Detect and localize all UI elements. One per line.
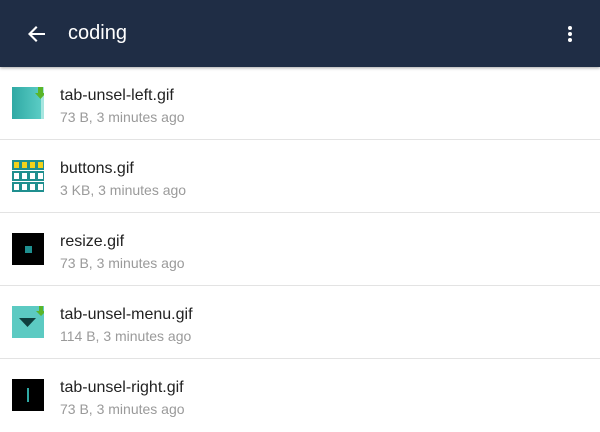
file-row[interactable]: tab-unsel-menu.gif 114 B, 3 minutes ago [0, 286, 600, 359]
file-row[interactable]: tab-unsel-left.gif 73 B, 3 minutes ago [0, 67, 600, 140]
file-meta: 3 KB, 3 minutes ago [60, 182, 187, 198]
file-meta: 73 B, 3 minutes ago [60, 109, 185, 125]
file-meta: 73 B, 3 minutes ago [60, 255, 185, 271]
file-meta: 73 B, 3 minutes ago [60, 401, 185, 417]
file-row[interactable]: resize.gif 73 B, 3 minutes ago [0, 213, 600, 286]
file-row[interactable]: buttons.gif 3 KB, 3 minutes ago [0, 140, 600, 213]
folder-title: coding [68, 22, 127, 44]
file-list: tab-unsel-left.gif 73 B, 3 minutes ago b… [0, 67, 600, 432]
file-name: resize.gif [60, 233, 125, 250]
gif-thumbnail-icon [12, 233, 44, 265]
gif-thumbnail-icon [12, 87, 44, 119]
file-name: tab-unsel-menu.gif [60, 306, 193, 323]
app-bar: coding [0, 0, 600, 67]
gif-thumbnail-icon [12, 306, 44, 338]
arrow-left-icon [28, 26, 45, 42]
gif-thumbnail-icon [12, 160, 44, 192]
file-name: buttons.gif [60, 160, 134, 177]
file-name: tab-unsel-right.gif [60, 379, 184, 396]
gif-thumbnail-icon [12, 379, 44, 411]
file-name: tab-unsel-left.gif [60, 87, 174, 104]
file-row[interactable]: tab-unsel-right.gif 73 B, 3 minutes ago [0, 359, 600, 432]
overflow-menu-button[interactable] [554, 17, 586, 51]
file-meta: 114 B, 3 minutes ago [60, 328, 192, 344]
back-button[interactable] [20, 17, 54, 51]
more-vert-icon [568, 26, 572, 42]
